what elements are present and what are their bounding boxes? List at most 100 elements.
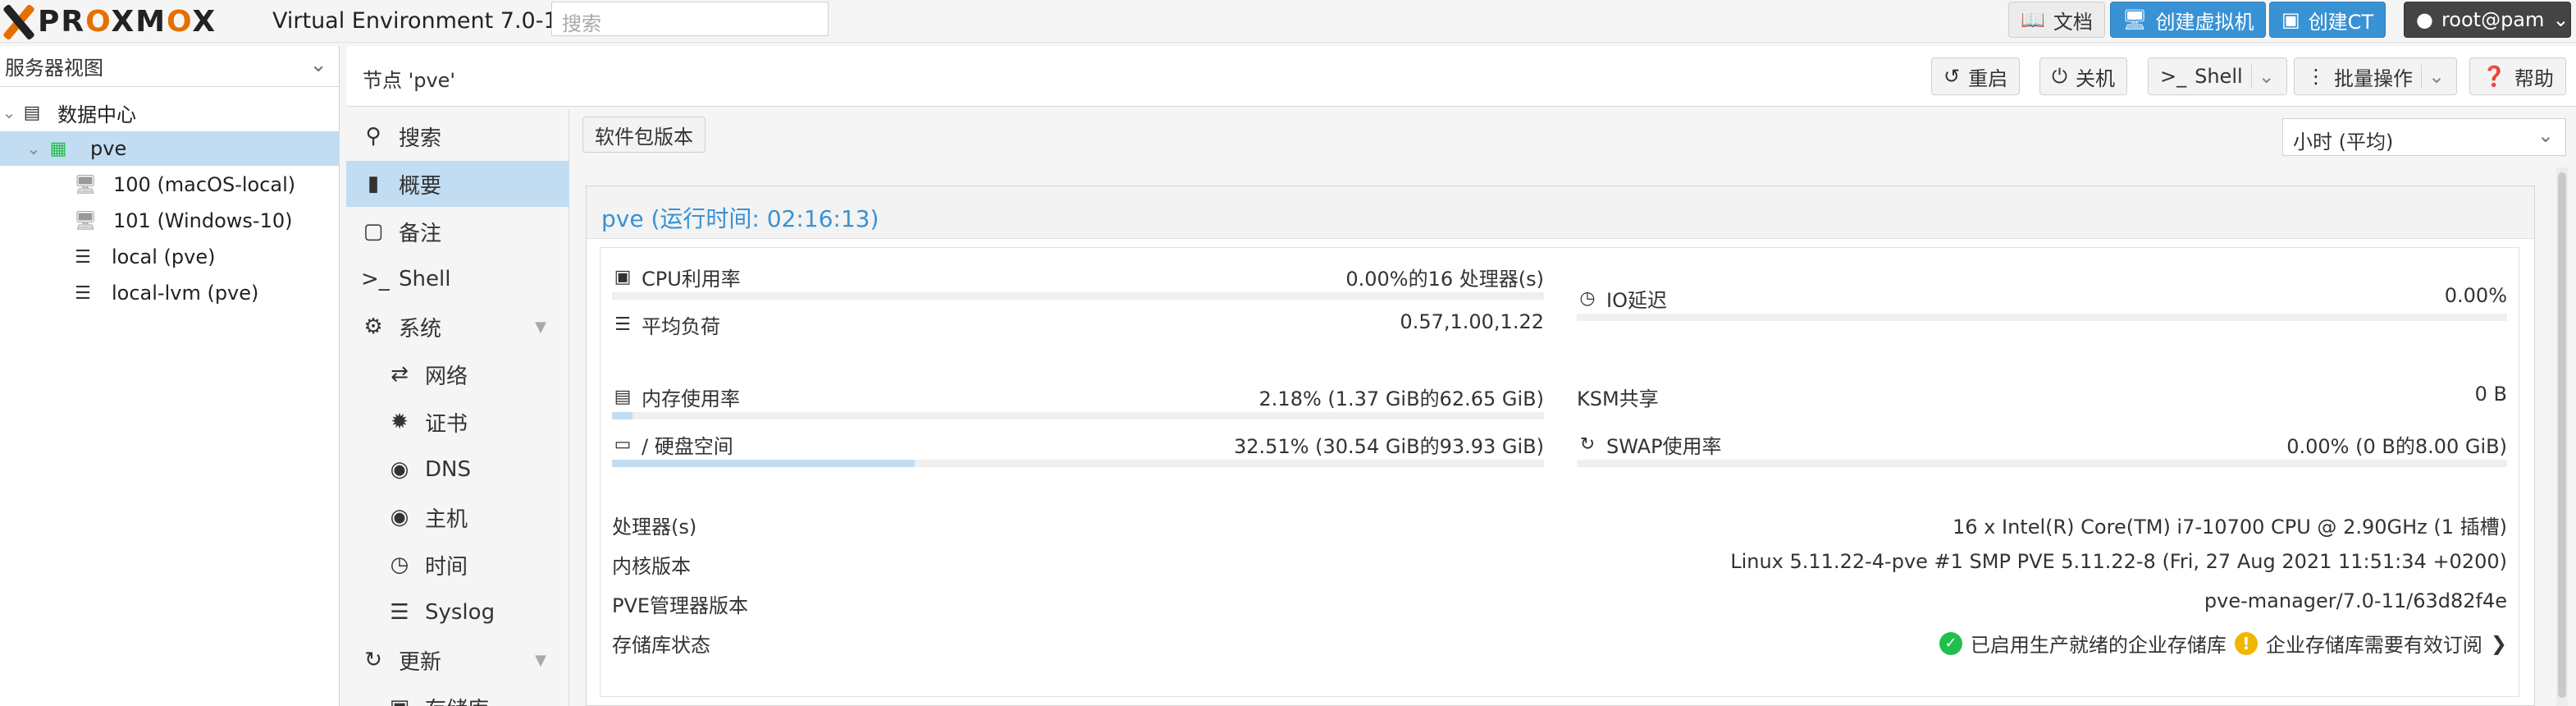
- kernel-version-row: 内核版本 Linux 5.11.22-4-pve #1 SMP PVE 5.11…: [612, 550, 2507, 578]
- bulk-actions-button[interactable]: ⋮ 批量操作 ⌄: [2294, 57, 2458, 95]
- page-title: 节点 'pve': [363, 69, 456, 92]
- cogs-icon: ⚙: [363, 314, 383, 339]
- storage-icon: ☰: [75, 282, 91, 304]
- repository-status-row: 存储库状态 ✓ 已启用生产就绪的企业存储库 ! 企业存储库需要有效订阅 ❯: [612, 631, 2507, 657]
- swap-usage-stat: ↻ SWAP使用率 0.00% (0 B的8.00 GiB): [1577, 430, 2507, 468]
- user-icon: ●: [2416, 8, 2433, 31]
- tree-item-pve[interactable]: ⌄ ▦ pve: [0, 131, 340, 166]
- swap-usage-bar: [1577, 460, 2507, 467]
- proxmox-wordmark: PROXMOX: [38, 4, 217, 39]
- search-icon: ⚲: [365, 124, 381, 149]
- help-button[interactable]: ❓ 帮助: [2469, 57, 2566, 95]
- version-label: Virtual Environment 7.0-11: [272, 8, 572, 34]
- resource-tree: 服务器视图 ⌄ ⌄ ▤ 数据中心 ⌄ ▦ pve 🖥 100 (macOS-lo…: [0, 46, 340, 706]
- proxmox-x-icon: [0, 3, 36, 39]
- node-header: 节点 'pve' ↺ 重启 ⏻ 关机 >_ Shell ⌄ ⋮ 批量操作 ⌄ ❓…: [346, 46, 2576, 107]
- power-icon: ⏻: [2052, 65, 2067, 88]
- search-input[interactable]: 搜索: [551, 2, 829, 36]
- chevron-down-icon: ⌄: [2537, 124, 2554, 147]
- clock-icon: ◷: [1579, 288, 1596, 309]
- nav-shell[interactable]: >_ Shell: [346, 256, 569, 302]
- cube-icon: ▣: [2281, 8, 2300, 31]
- datacenter-icon: ▤: [23, 102, 41, 123]
- certificate-icon: ✹: [391, 410, 409, 434]
- nav-certificates[interactable]: ✹ 证书: [346, 399, 569, 445]
- nav-network[interactable]: ⇄ 网络: [346, 351, 569, 397]
- nav-summary[interactable]: ▮ 概要: [346, 161, 569, 207]
- chevron-down-icon: ⌄: [2421, 65, 2445, 88]
- create-ct-button[interactable]: ▣ 创建CT: [2269, 2, 2386, 38]
- nav-dns[interactable]: ◉ DNS: [346, 447, 569, 493]
- memory-icon: ▤: [614, 387, 632, 407]
- summary-scrollbar[interactable]: [2556, 167, 2568, 706]
- io-delay-bar: [1577, 314, 2507, 321]
- ellipsis-vertical-icon: ⋮: [2306, 65, 2326, 88]
- collapse-arrow-icon[interactable]: ⌄: [25, 139, 43, 158]
- node-nav: ⚲ 搜索 ▮ 概要 ▢ 备注 >_ Shell ⚙ 系统 ▼ ⇄ 网络 ✹ 证书…: [346, 110, 569, 706]
- terminal-icon: >_: [2160, 65, 2187, 88]
- tree-item-vm-101[interactable]: 🖥 101 (Windows-10): [0, 204, 340, 238]
- nav-syslog[interactable]: ☰ Syslog: [346, 589, 569, 635]
- view-selector[interactable]: 服务器视图 ⌄: [0, 46, 339, 87]
- nav-repositories[interactable]: ▣ 存储库: [346, 685, 569, 706]
- tree-item-vm-100[interactable]: 🖥 100 (macOS-local): [0, 167, 340, 202]
- status-card-title: pve (运行时间: 02:16:13): [587, 186, 2534, 239]
- tree-item-storage-local-lvm[interactable]: ☰ local-lvm (pve): [0, 276, 340, 310]
- tree-item-datacenter[interactable]: ⌄ ▤ 数据中心: [0, 95, 340, 130]
- box-icon: ▣: [387, 695, 412, 706]
- shell-button[interactable]: >_ Shell ⌄: [2148, 57, 2287, 95]
- cpu-icon: ▣: [614, 267, 632, 287]
- book-icon: ▮: [367, 172, 380, 196]
- nav-updates[interactable]: ↻ 更新 ▼: [346, 637, 569, 683]
- shutdown-button[interactable]: ⏻ 关机: [2039, 57, 2127, 95]
- disk-usage-stat: ▭ / 硬盘空间 32.51% (30.54 GiB的93.93 GiB): [612, 430, 1544, 468]
- tree-item-storage-local[interactable]: ☰ local (pve): [0, 240, 340, 274]
- chevron-right-icon[interactable]: ❯: [2491, 632, 2507, 655]
- collapse-arrow-icon[interactable]: ⌄: [0, 103, 18, 122]
- nav-time[interactable]: ◷ 时间: [346, 542, 569, 588]
- desktop-icon: 🖥: [2122, 8, 2148, 31]
- book-icon: 📖: [2021, 8, 2045, 31]
- terminal-icon: >_: [361, 267, 390, 291]
- nav-system[interactable]: ⚙ 系统 ▼: [346, 304, 569, 350]
- clock-icon: ◷: [390, 552, 409, 577]
- disk-usage-bar: [612, 460, 1544, 467]
- note-icon: ▢: [363, 219, 384, 244]
- load-average-stat: ☰ 平均负荷 0.57,1.00,1.22: [612, 310, 1544, 348]
- user-menu-button[interactable]: ● root@pam ⌄: [2404, 2, 2571, 38]
- refresh-icon: ↻: [364, 648, 382, 672]
- ksm-sharing-stat: KSM共享 0 B: [1577, 383, 2507, 410]
- top-bar: PROXMOX Virtual Environment 7.0-11 搜索 📖 …: [0, 0, 2576, 43]
- chevron-down-icon: ⌄: [2552, 8, 2569, 31]
- reboot-button[interactable]: ↺ 重启: [1931, 57, 2021, 95]
- nav-hosts[interactable]: ◉ 主机: [346, 494, 569, 540]
- package-versions-button[interactable]: 软件包版本: [582, 117, 706, 153]
- hdd-icon: ▭: [614, 434, 632, 455]
- network-icon: ⇄: [391, 362, 409, 387]
- globe-icon: ◉: [390, 505, 409, 530]
- nav-notes[interactable]: ▢ 备注: [346, 209, 569, 254]
- status-card-body: ▣ CPU利用率 0.00%的16 处理器(s) ◷ IO延迟 0.00% ☰ 平均负…: [600, 247, 2519, 697]
- time-range-select[interactable]: 小时 (平均) ⌄: [2282, 118, 2566, 156]
- create-vm-button[interactable]: 🖥 创建虚拟机: [2110, 2, 2267, 38]
- list-icon: ☰: [390, 600, 409, 625]
- docs-button[interactable]: 📖 文档: [2008, 2, 2105, 38]
- question-circle-icon: ❓: [2482, 65, 2506, 88]
- memory-usage-stat: ▤ 内存使用率 2.18% (1.37 GiB的62.65 GiB): [612, 383, 1544, 420]
- nav-search[interactable]: ⚲ 搜索: [346, 113, 569, 159]
- vm-icon: 🖥: [74, 210, 97, 232]
- node-online-icon: ▦: [49, 138, 67, 159]
- vm-icon: 🖥: [74, 174, 97, 195]
- scrollbar-thumb[interactable]: [2558, 172, 2566, 698]
- undo-icon: ↺: [1943, 65, 1961, 88]
- cpu-usage-stat: ▣ CPU利用率 0.00%的16 处理器(s): [612, 263, 1544, 300]
- caret-down-icon: ▼: [535, 318, 546, 336]
- memory-usage-bar: [612, 412, 1544, 419]
- io-delay-stat: ◷ IO延迟 0.00%: [1577, 284, 2507, 322]
- globe-icon: ◉: [390, 457, 409, 482]
- cpu-usage-bar: [612, 292, 1544, 300]
- chevron-down-icon[interactable]: ⌄: [2250, 65, 2275, 88]
- check-circle-icon: ✓: [1939, 631, 1962, 655]
- status-card: pve (运行时间: 02:16:13) ▣ CPU利用率 0.00%的16 处理…: [586, 186, 2535, 706]
- pve-manager-row: PVE管理器版本 pve-manager/7.0-11/63d82f4e: [612, 589, 2507, 617]
